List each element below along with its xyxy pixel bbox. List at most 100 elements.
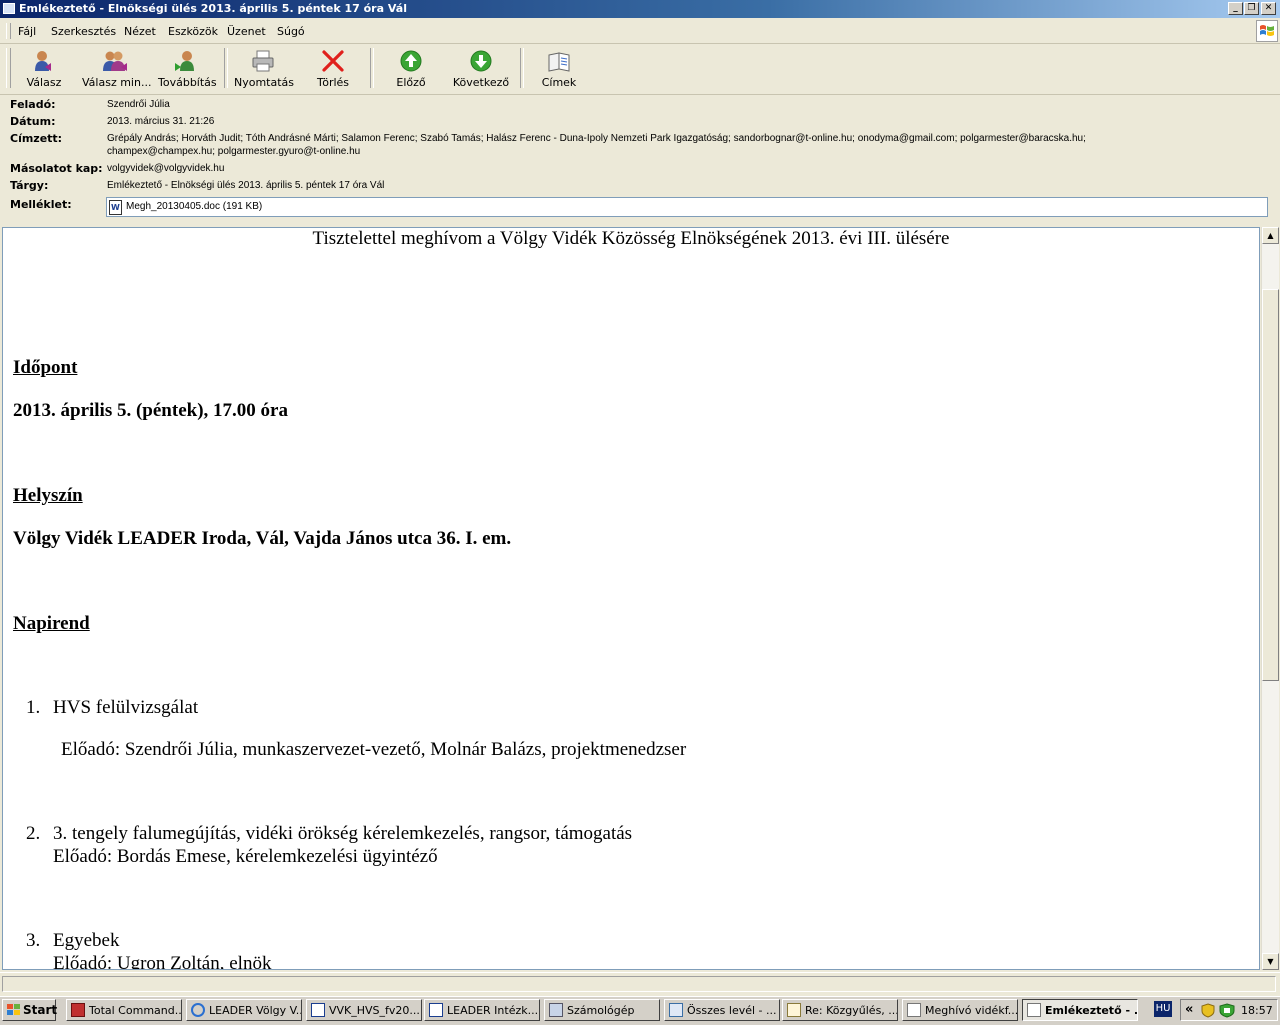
up-arrow-icon: [400, 50, 422, 72]
envelope-icon: [1027, 1003, 1041, 1017]
toolbar-separator: [224, 48, 228, 88]
date-label: Dátum:: [10, 115, 56, 128]
attachment-box: W Megh_20130405.doc (191 KB): [106, 197, 1268, 217]
from-label: Feladó:: [10, 98, 56, 111]
toolbar-grip: [6, 48, 11, 88]
attachment-label: Melléklet:: [10, 198, 72, 211]
delete-label: Törlés: [316, 76, 350, 89]
previous-label: Előző: [396, 76, 426, 89]
task-label: VVK_HVS_fv20...: [329, 1004, 420, 1017]
subject-label: Tárgy:: [10, 179, 49, 192]
vertical-scrollbar[interactable]: ▲ ▼: [1261, 227, 1279, 970]
task-label: LEADER Intézk...: [447, 1004, 539, 1017]
taskbar-word-leader[interactable]: LEADER Intézk...: [424, 999, 540, 1021]
security-shield-icon[interactable]: [1201, 1003, 1215, 1018]
cc-value: volgyvidek@volgyvidek.hu: [107, 163, 225, 174]
forward-icon: [175, 51, 194, 71]
agenda-item-number: 2.: [26, 823, 41, 844]
task-label: LEADER Völgy V...: [209, 1004, 302, 1017]
word-document-icon[interactable]: W: [109, 200, 122, 215]
agenda-item-number: 1.: [26, 697, 41, 718]
start-button[interactable]: Start: [2, 999, 58, 1021]
addresses-button[interactable]: Címek: [534, 46, 584, 90]
language-indicator[interactable]: HU: [1154, 1001, 1172, 1017]
scroll-down-button[interactable]: ▼: [1262, 953, 1279, 970]
task-label: Emlékeztető - ...: [1045, 1004, 1138, 1017]
from-value: Szendrői Júlia: [107, 99, 170, 110]
menu-grip: [6, 23, 11, 39]
task-label: Számológép: [567, 1004, 635, 1017]
reply-icon: [35, 51, 51, 71]
envelope-icon: [907, 1003, 921, 1017]
agenda-item-presenter: Előadó: Bordás Emese, kérelemkezelési üg…: [53, 846, 438, 867]
menu-message[interactable]: Üzenet: [227, 25, 266, 38]
show-hidden-icons-button[interactable]: «: [1185, 1002, 1193, 1017]
reply-all-button[interactable]: Válasz min...: [82, 46, 152, 90]
print-label: Nyomtatás: [234, 76, 295, 89]
toolbar-separator: [370, 48, 374, 88]
task-label: Re: Közgyűlés, ...: [805, 1004, 898, 1017]
restore-button[interactable]: ❐: [1244, 2, 1259, 15]
taskbar-message-kozgyules[interactable]: Re: Közgyűlés, ...: [782, 999, 898, 1021]
place-value: Völgy Vidék LEADER Iroda, Vál, Vajda Ján…: [13, 528, 512, 549]
menu-help[interactable]: Súgó: [277, 25, 305, 38]
reply-all-label: Válasz min...: [82, 76, 152, 89]
taskbar-calculator[interactable]: Számológép: [544, 999, 660, 1021]
next-button[interactable]: Következő: [450, 46, 512, 90]
close-button[interactable]: ✕: [1261, 2, 1276, 15]
printer-icon: [252, 50, 274, 72]
antivirus-icon[interactable]: [1219, 1003, 1235, 1018]
print-button[interactable]: Nyomtatás: [234, 46, 295, 90]
scroll-up-button[interactable]: ▲: [1262, 227, 1279, 244]
agenda-item-title: 3. tengely falumegújítás, vidéki örökség…: [53, 823, 633, 844]
clock[interactable]: 18:57: [1241, 1004, 1273, 1017]
taskbar-ie-leader[interactable]: LEADER Völgy V...: [186, 999, 302, 1021]
mail-inbox-icon: [669, 1003, 683, 1017]
minimize-button[interactable]: _: [1228, 2, 1243, 15]
taskbar-message-emlekezteto[interactable]: Emlékeztető - ...: [1022, 999, 1138, 1021]
agenda-item-presenter: Előadó: Szendrői Júlia, munkaszervezet-v…: [61, 739, 687, 760]
menu-view[interactable]: Nézet: [124, 25, 156, 38]
delete-x-icon: [322, 50, 344, 72]
to-label: Címzett:: [10, 132, 63, 145]
menu-tools[interactable]: Eszközök: [168, 25, 218, 38]
time-value: 2013. április 5. (péntek), 17.00 óra: [13, 400, 288, 421]
reply-button[interactable]: Válasz: [22, 46, 66, 90]
window-title: Emlékeztető - Elnökségi ülés 2013. ápril…: [19, 2, 407, 15]
to-value-line2: champex@champex.hu; polgarmester.gyuro@t…: [107, 146, 361, 157]
calculator-icon: [549, 1003, 563, 1017]
date-value: 2013. március 31. 21:26: [107, 116, 215, 127]
word-document-icon: [311, 1003, 325, 1017]
delete-button[interactable]: Törlés: [306, 46, 360, 90]
address-book-icon: [548, 52, 570, 72]
addresses-label: Címek: [541, 76, 577, 89]
scroll-thumb[interactable]: [1262, 289, 1279, 681]
menu-bar: Fájl Szerkesztés Nézet Eszközök Üzenet S…: [0, 19, 1280, 44]
taskbar-outlook-inbox[interactable]: Összes levél - ...: [664, 999, 780, 1021]
task-label: Összes levél - ...: [687, 1004, 777, 1017]
menu-edit[interactable]: Szerkesztés: [51, 25, 116, 38]
task-label: Total Command...: [89, 1004, 182, 1017]
forward-button[interactable]: Továbbítás: [158, 46, 217, 90]
taskbar-message-meghivo[interactable]: Meghívó vidékf...: [902, 999, 1018, 1021]
subject-value: Emlékeztető - Elnökségi ülés 2013. ápril…: [107, 180, 385, 191]
taskbar: Start Total Command... LEADER Völgy V...…: [0, 996, 1280, 1025]
message-headers: Feladó: Szendrői Júlia Dátum: 2013. márc…: [0, 95, 1280, 225]
intro-text: Tisztelettel meghívom a Völgy Vidék Közö…: [312, 228, 950, 249]
start-label: Start: [23, 1003, 58, 1017]
windows-flag-icon: [7, 1004, 20, 1015]
agenda-heading: Napirend: [13, 613, 90, 634]
menu-file[interactable]: Fájl: [18, 25, 36, 38]
taskbar-total-commander[interactable]: Total Command...: [66, 999, 182, 1021]
down-arrow-icon: [470, 50, 492, 72]
to-value-line1: Grépály András; Horváth Judit; Tóth Andr…: [107, 133, 1086, 144]
previous-button[interactable]: Előző: [384, 46, 438, 90]
taskbar-word-vvk[interactable]: VVK_HVS_fv20...: [306, 999, 422, 1021]
toolbar: Válasz Válasz min... Továbbítás Nyomtatá…: [0, 44, 1280, 95]
cc-label: Másolatot kap:: [10, 162, 103, 175]
attachment-file[interactable]: Megh_20130405.doc (191 KB): [126, 201, 262, 212]
place-heading: Helyszín: [13, 485, 83, 506]
status-pane: [2, 976, 1276, 992]
agenda-item-title: HVS felülvizsgálat: [53, 697, 199, 718]
agenda-item-presenter: Előadó: Ugron Zoltán, elnök: [53, 953, 272, 970]
